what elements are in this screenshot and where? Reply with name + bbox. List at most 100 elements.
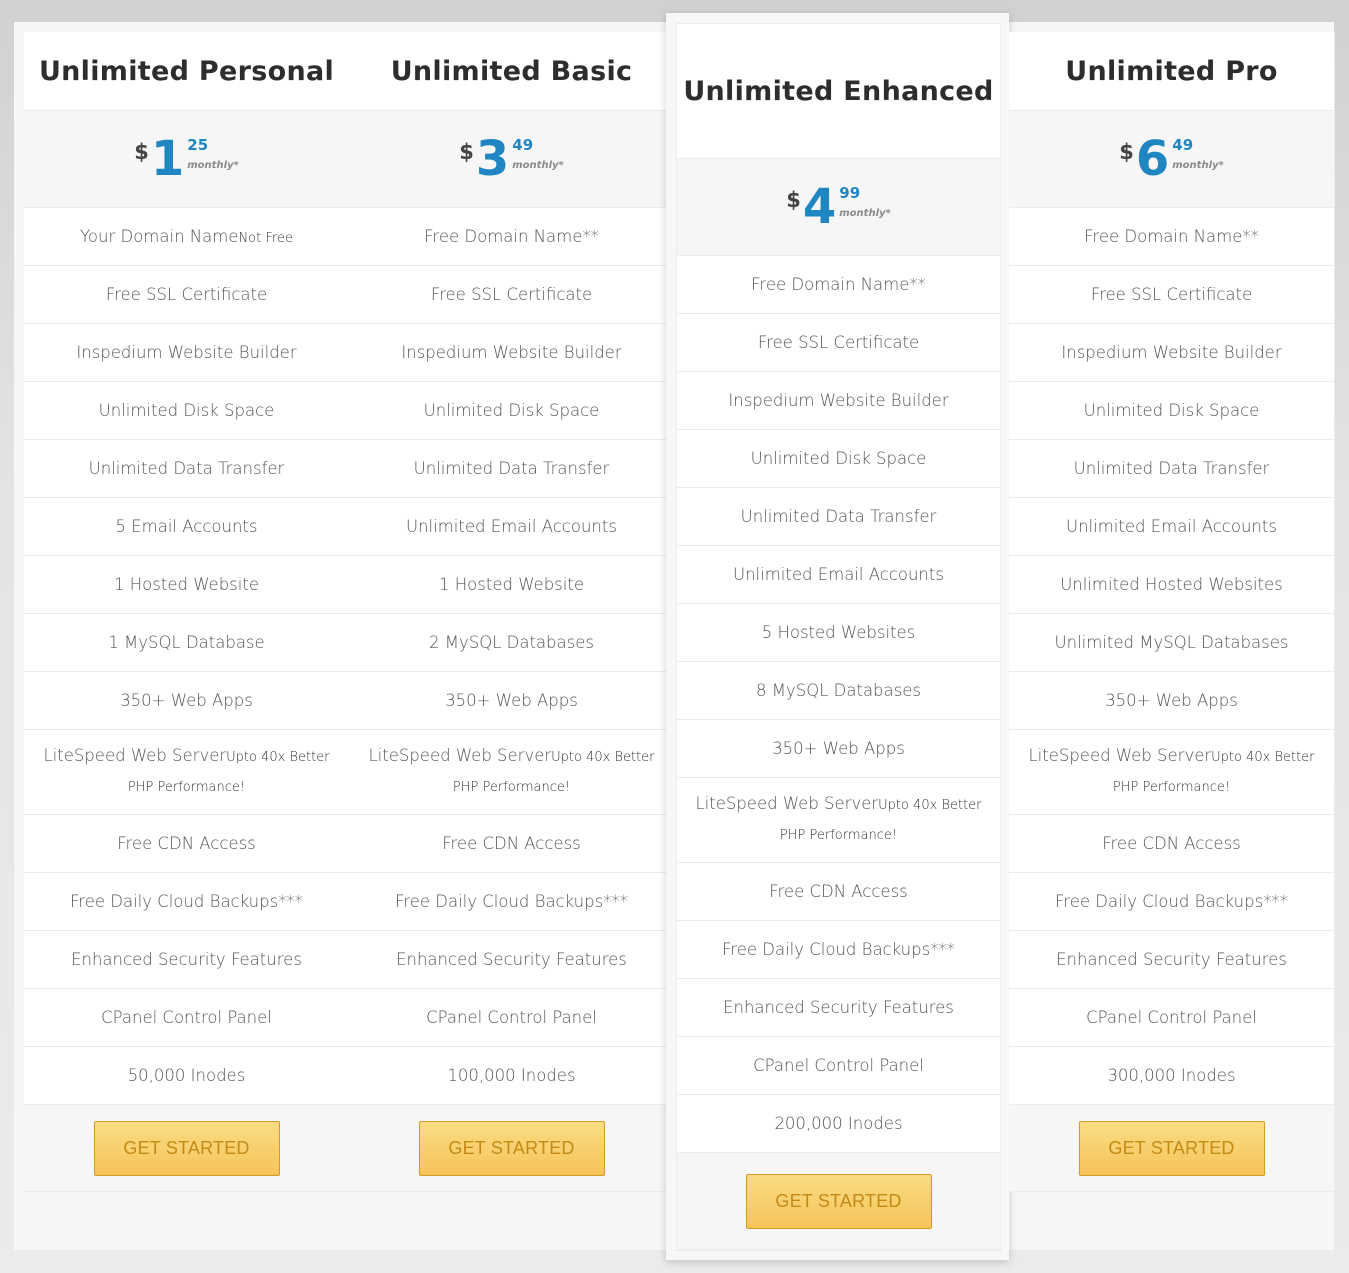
plan-title-text: Unlimited Basic <box>390 55 633 87</box>
feature-row: 2 MySQL Databases <box>349 614 674 672</box>
feature-row: Enhanced Security Features <box>349 931 674 989</box>
price-currency: $ <box>459 140 474 164</box>
feature-row: Free SSL Certificate <box>1009 266 1334 324</box>
feature-row: Unlimited Email Accounts <box>1009 498 1334 556</box>
feature-text: Unlimited Data Transfer <box>413 459 610 478</box>
feature-row: Unlimited Disk Space <box>349 382 674 440</box>
feature-text: Unlimited Data Transfer <box>88 459 285 478</box>
feature-text: LiteSpeed Web Server <box>1028 746 1212 765</box>
price-period: monthly* <box>512 160 564 171</box>
feature-row: 350+ Web Apps <box>1009 672 1334 730</box>
feature-note: Upto 40x Better <box>551 750 655 765</box>
feature-row: Free SSL Certificate <box>349 266 674 324</box>
plan-footer: GET STARTED <box>677 1153 1000 1250</box>
price-currency: $ <box>1119 140 1134 164</box>
price-period: monthly* <box>1172 160 1224 171</box>
feature-text: 350+ Web Apps <box>772 739 905 758</box>
feature-row: Free Domain Name** <box>1009 208 1334 266</box>
get-started-button[interactable]: GET STARTED <box>745 1173 932 1229</box>
feature-text: 2 MySQL Databases <box>429 633 594 652</box>
feature-text: Inspedium Website Builder <box>76 343 297 362</box>
feature-row: 8 MySQL Databases <box>677 662 1000 720</box>
feature-row: LiteSpeed Web ServerUpto 40x Better PHP P… <box>349 730 674 815</box>
feature-row: 1 MySQL Database <box>24 614 349 672</box>
feature-text: Free Daily Cloud Backups*** <box>722 940 955 959</box>
get-started-button[interactable]: GET STARTED <box>93 1120 280 1176</box>
feature-text: Enhanced Security Features <box>71 950 302 969</box>
plan-title-text: Unlimited Personal <box>38 55 335 87</box>
feature-row: CPanel Control Panel <box>1009 989 1334 1047</box>
feature-row: Inspedium Website Builder <box>1009 324 1334 382</box>
feature-row: Unlimited Email Accounts <box>349 498 674 556</box>
feature-text: Unlimited Data Transfer <box>1073 459 1270 478</box>
feature-text: 5 Hosted Websites <box>761 623 916 642</box>
feature-note: Upto 40x Better <box>226 750 330 765</box>
feature-row: Unlimited Disk Space <box>24 382 349 440</box>
feature-text: Free Domain Name** <box>1084 227 1259 246</box>
feature-row: 1 Hosted Website <box>349 556 674 614</box>
feature-note: Not Free <box>238 231 293 246</box>
feature-row: Free Daily Cloud Backups*** <box>677 921 1000 979</box>
get-started-button[interactable]: GET STARTED <box>1078 1120 1265 1176</box>
feature-note-line2: PHP Performance! <box>127 780 246 795</box>
feature-row: LiteSpeed Web ServerUpto 40x Better PHP P… <box>24 730 349 815</box>
feature-row: Unlimited Disk Space <box>1009 382 1334 440</box>
feature-row: Inspedium Website Builder <box>24 324 349 382</box>
feature-text: Enhanced Security Features <box>1056 950 1287 969</box>
feature-text: Free SSL Certificate <box>105 285 268 304</box>
feature-text: 50,000 Inodes <box>127 1066 246 1085</box>
feature-note: Upto 40x Better <box>1211 750 1315 765</box>
get-started-button[interactable]: GET STARTED <box>418 1120 605 1176</box>
feature-row: Free SSL Certificate <box>24 266 349 324</box>
feature-text: Unlimited Email Accounts <box>1066 517 1277 536</box>
price-dollars: 3 <box>475 131 510 187</box>
feature-row: Free Domain Name** <box>677 256 1000 314</box>
feature-text: Free Domain Name** <box>424 227 599 246</box>
price-currency: $ <box>134 140 149 164</box>
feature-text: CPanel Control Panel <box>101 1008 272 1027</box>
feature-text: Free CDN Access <box>117 834 256 853</box>
feature-row: Inspedium Website Builder <box>349 324 674 382</box>
feature-text: 300,000 Inodes <box>1107 1066 1236 1085</box>
plan-footer: GET STARTED <box>1009 1105 1334 1192</box>
feature-row: Unlimited Data Transfer <box>24 440 349 498</box>
feature-text: LiteSpeed Web Server <box>368 746 552 765</box>
feature-row: Free Daily Cloud Backups*** <box>24 873 349 931</box>
feature-row: Free Daily Cloud Backups*** <box>349 873 674 931</box>
feature-row: Free CDN Access <box>1009 815 1334 873</box>
feature-row: Free CDN Access <box>349 815 674 873</box>
feature-row: 100,000 Inodes <box>349 1047 674 1105</box>
feature-row: 5 Hosted Websites <box>677 604 1000 662</box>
feature-text: Unlimited Data Transfer <box>740 507 937 526</box>
feature-note-line2: PHP Performance! <box>779 828 898 843</box>
plan-title: Unlimited Enhanced <box>677 24 1000 159</box>
plan-card-unlimited-basic: Unlimited Basic $3 49 monthly* Free Domain N… <box>349 32 675 1192</box>
feature-text: Free CDN Access <box>769 882 908 901</box>
feature-text: 350+ Web Apps <box>445 691 578 710</box>
feature-text: 350+ Web Apps <box>120 691 253 710</box>
feature-text: CPanel Control Panel <box>1086 1008 1257 1027</box>
plan-price: $1 25 monthly* <box>24 111 349 208</box>
plan-price: $3 49 monthly* <box>349 111 674 208</box>
feature-row: 350+ Web Apps <box>677 720 1000 778</box>
feature-text: Unlimited MySQL Databases <box>1054 633 1289 652</box>
price-cents: 49 <box>1172 136 1194 154</box>
featured-plan-highlight: Unlimited Enhanced $4 99 monthly* Free Domai… <box>666 13 1009 1260</box>
feature-text: Free SSL Certificate <box>1090 285 1253 304</box>
feature-row: Free CDN Access <box>677 863 1000 921</box>
feature-text: Free Domain Name** <box>751 275 926 294</box>
feature-text: Inspedium Website Builder <box>728 391 949 410</box>
feature-text: 1 Hosted Website <box>439 575 584 594</box>
feature-text: 200,000 Inodes <box>774 1114 903 1133</box>
feature-row: Free Domain Name** <box>349 208 674 266</box>
feature-row: Unlimited Disk Space <box>677 430 1000 488</box>
feature-text: Unlimited Hosted Websites <box>1060 575 1283 594</box>
price-period: monthly* <box>839 208 891 219</box>
feature-note: Upto 40x Better <box>878 798 982 813</box>
feature-row: 200,000 Inodes <box>677 1095 1000 1153</box>
feature-text: Unlimited Email Accounts <box>406 517 617 536</box>
feature-row: LiteSpeed Web ServerUpto 40x Better PHP P… <box>677 778 1000 863</box>
feature-row: LiteSpeed Web ServerUpto 40x Better PHP P… <box>1009 730 1334 815</box>
feature-text: 8 MySQL Databases <box>756 681 921 700</box>
feature-row: Unlimited Hosted Websites <box>1009 556 1334 614</box>
